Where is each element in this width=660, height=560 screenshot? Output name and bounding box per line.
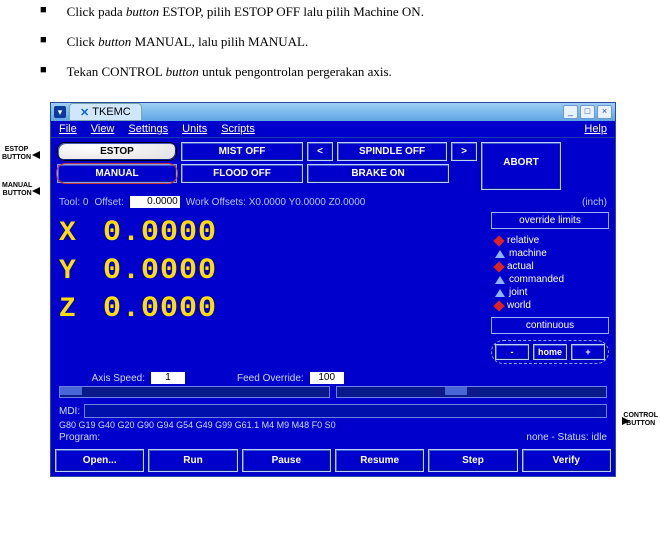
offset-input[interactable]: 0.0000	[130, 196, 180, 208]
feed-override-slider[interactable]	[336, 386, 607, 398]
menu-help[interactable]: Help	[584, 123, 607, 135]
diamond-icon	[493, 300, 504, 311]
coord-mode-item[interactable]: world	[495, 300, 609, 311]
callout-estop: ESTOPBUTTON	[2, 146, 31, 161]
continuous-button[interactable]: continuous	[491, 317, 609, 334]
info-line: Tool: 0 Offset: 0.0000 Work Offsets: X0.…	[51, 192, 615, 210]
window-menu-icon[interactable]: ▾	[54, 106, 66, 118]
diamond-icon	[493, 261, 504, 272]
work-offsets: Work Offsets: X0.0000 Y0.0000 Z0.0000	[186, 197, 366, 208]
feed-override-input[interactable]: 100	[310, 372, 344, 384]
coord-mode-label: commanded	[509, 274, 564, 285]
instruction-text: Tekan CONTROL button untuk pengontrolan …	[67, 64, 392, 80]
maximize-button[interactable]: □	[580, 105, 595, 119]
diamond-icon	[493, 235, 504, 246]
window-tab[interactable]: ✕ TKEMC	[69, 103, 142, 121]
coord-mode-label: machine	[509, 248, 547, 259]
minimize-button[interactable]: _	[563, 105, 578, 119]
titlebar[interactable]: ▾ ✕ TKEMC _ □ ×	[51, 103, 615, 121]
brake-button[interactable]: BRAKE ON	[307, 164, 449, 183]
program-label: Program:	[59, 432, 100, 443]
axis-y-value: 0.0000	[103, 254, 217, 288]
bottom-toolbar: Open...RunPauseResumeStepVerify	[51, 445, 615, 476]
coord-mode-label: joint	[509, 287, 527, 298]
app-window: ▾ ✕ TKEMC _ □ × File View Settings Units…	[50, 102, 616, 477]
arrow-icon	[32, 187, 40, 195]
coord-mode-label: relative	[507, 235, 539, 246]
instruction-item: ■ Tekan CONTROL button untuk pengontrola…	[40, 64, 640, 80]
jog-minus-button[interactable]: -	[495, 344, 529, 360]
axis-x-value: 0.0000	[103, 216, 217, 250]
right-panel: override limits relative machine actual com…	[491, 212, 609, 364]
coord-mode-item[interactable]: machine	[495, 248, 609, 259]
arrow-icon	[622, 417, 630, 425]
menu-scripts[interactable]: Scripts	[221, 123, 255, 135]
unit-label: (inch)	[582, 197, 607, 208]
mdi-label: MDI:	[59, 406, 80, 417]
manual-button[interactable]: MANUAL	[57, 164, 177, 183]
dro-panel: X 0.0000 Y 0.0000 Z 0.0000	[59, 212, 485, 364]
arrow-icon	[32, 151, 40, 159]
menu-file[interactable]: File	[59, 123, 77, 135]
offset-label: Offset:	[94, 197, 123, 208]
program-status: none - Status: idle	[526, 432, 607, 443]
mist-button[interactable]: MIST OFF	[181, 142, 303, 161]
gcode-line: G80 G19 G40 G20 G90 G94 G54 G49 G99 G61.…	[51, 420, 615, 432]
instruction-item: ■ Click pada button ESTOP, pilih ESTOP O…	[40, 4, 640, 20]
bullet-icon: ■	[40, 4, 47, 20]
axis-x-label: X	[59, 218, 103, 249]
spindle-right-button[interactable]: >	[451, 142, 477, 161]
axis-speed-input[interactable]: 1	[151, 372, 185, 384]
home-button[interactable]: home	[533, 344, 567, 360]
coord-mode-item[interactable]: commanded	[495, 274, 609, 285]
bullet-icon: ■	[40, 34, 47, 50]
window-title: TKEMC	[92, 106, 131, 118]
spindle-button[interactable]: SPINDLE OFF	[337, 142, 447, 161]
bottom-button-verify[interactable]: Verify	[522, 449, 611, 472]
axis-speed-slider[interactable]	[59, 386, 330, 398]
jog-plus-button[interactable]: +	[571, 344, 605, 360]
tool-label: Tool: 0	[59, 197, 88, 208]
axis-z-value: 0.0000	[103, 292, 217, 326]
coord-mode-label: world	[507, 300, 531, 311]
caret-up-icon	[495, 289, 505, 297]
instruction-item: ■ Click button MANUAL, lalu pilih MANUAL…	[40, 34, 640, 50]
override-limits-button[interactable]: override limits	[491, 212, 609, 229]
menubar: File View Settings Units Scripts Help	[51, 121, 615, 138]
coord-mode-item[interactable]: joint	[495, 287, 609, 298]
bottom-button-run[interactable]: Run	[148, 449, 237, 472]
caret-up-icon	[495, 250, 505, 258]
coord-mode-list: relative machine actual commanded joint world	[491, 235, 609, 311]
estop-button[interactable]: ESTOP	[57, 142, 177, 161]
menu-units[interactable]: Units	[182, 123, 207, 135]
x-logo-icon: ✕	[80, 106, 89, 119]
bottom-button-resume[interactable]: Resume	[335, 449, 424, 472]
bullet-icon: ■	[40, 64, 47, 80]
dro-row-x: X 0.0000	[59, 216, 485, 250]
menu-view[interactable]: View	[91, 123, 115, 135]
close-button[interactable]: ×	[597, 105, 612, 119]
instruction-text: Click pada button ESTOP, pilih ESTOP OFF…	[67, 4, 424, 20]
abort-button[interactable]: ABORT	[481, 142, 561, 190]
axis-speed-label: Axis Speed:	[59, 373, 145, 384]
instruction-text: Click button MANUAL, lalu pilih MANUAL.	[67, 34, 309, 50]
callout-manual: MANUALBUTTON	[2, 182, 32, 197]
dro-row-z: Z 0.0000	[59, 292, 485, 326]
menu-settings[interactable]: Settings	[128, 123, 168, 135]
flood-button[interactable]: FLOOD OFF	[181, 164, 303, 183]
coord-mode-label: actual	[507, 261, 534, 272]
coord-mode-item[interactable]: actual	[495, 261, 609, 272]
bottom-button-step[interactable]: Step	[428, 449, 517, 472]
bottom-button-pause[interactable]: Pause	[242, 449, 331, 472]
axis-z-label: Z	[59, 294, 103, 325]
dro-row-y: Y 0.0000	[59, 254, 485, 288]
axis-y-label: Y	[59, 256, 103, 287]
feed-override-label: Feed Override:	[237, 373, 304, 384]
instruction-list: ■ Click pada button ESTOP, pilih ESTOP O…	[0, 0, 660, 102]
caret-up-icon	[495, 276, 505, 284]
bottom-button-open[interactable]: Open...	[55, 449, 144, 472]
coord-mode-item[interactable]: relative	[495, 235, 609, 246]
mdi-input[interactable]	[84, 404, 607, 418]
spindle-left-button[interactable]: <	[307, 142, 333, 161]
